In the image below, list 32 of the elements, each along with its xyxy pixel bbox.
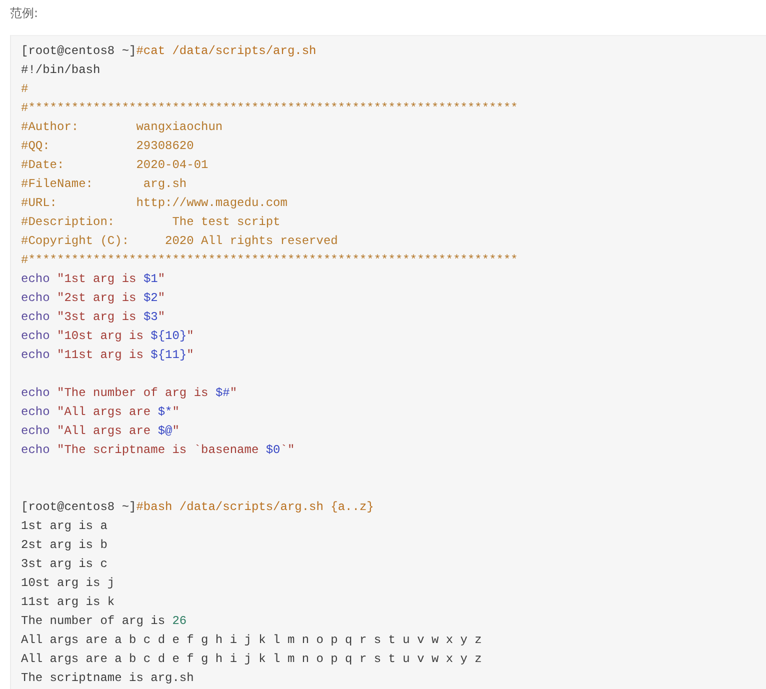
code-line: 3st arg is c xyxy=(21,556,108,573)
code-line: [root@centos8 ~]#bash /data/scripts/arg.sh {a..z} xyxy=(21,499,374,516)
code-line: #Description: The test script xyxy=(21,214,280,231)
code-line: #Author: wangxiaochun xyxy=(21,119,223,136)
code-line: # xyxy=(21,81,28,98)
code-line: echo "2st arg is $2" xyxy=(21,290,166,307)
code-line: #Date: 2020-04-01 xyxy=(21,157,208,174)
code-line: 11st arg is k xyxy=(21,594,115,611)
code-line: echo "All args are $@" xyxy=(21,423,180,440)
code-line: echo "1st arg is $1" xyxy=(21,271,166,288)
code-line: The scriptname is arg.sh xyxy=(21,670,194,687)
code-line: echo "All args are $*" xyxy=(21,404,180,421)
code-line: 10st arg is j xyxy=(21,575,115,592)
code-line: echo "10st arg is ${10}" xyxy=(21,328,194,345)
code-line: #Copyright (C): 2020 All rights reserved xyxy=(21,233,338,250)
code-line: #******************************************************************** xyxy=(21,252,518,269)
code-line: #!/bin/bash xyxy=(21,62,100,79)
code-line: echo "11st arg is ${11}" xyxy=(21,347,194,364)
code-line: #FileName: arg.sh xyxy=(21,176,187,193)
code-line: 2st arg is b xyxy=(21,537,108,554)
code-line: [root@centos8 ~]#cat /data/scripts/arg.sh xyxy=(21,43,316,60)
code-line: #QQ: 29308620 xyxy=(21,138,194,155)
code-line: #******************************************************************** xyxy=(21,100,518,117)
code-line: 1st arg is a xyxy=(21,518,108,535)
code-line: The number of arg is 26 xyxy=(21,613,187,630)
code-line: echo "3st arg is $3" xyxy=(21,309,166,326)
code-line: echo "The number of arg is $#" xyxy=(21,385,238,402)
example-heading: 范例: xyxy=(9,5,40,22)
code-line: All args are a b c d e f g h i j k l m n o p q r s t u v w x y z xyxy=(21,632,482,649)
code-line: #URL: http://www.magedu.com xyxy=(21,195,288,212)
code-line: All args are a b c d e f g h i j k l m n o p q r s t u v w x y z xyxy=(21,651,482,668)
code-line: echo "The scriptname is `basename $0`" xyxy=(21,442,295,459)
